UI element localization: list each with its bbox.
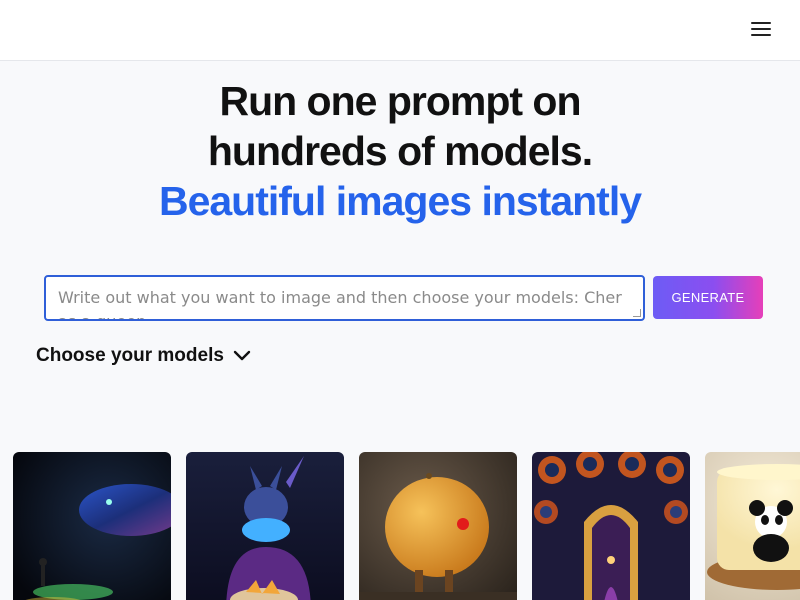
creature-image [186,452,344,600]
generate-button[interactable]: GENERATE [653,276,763,319]
prompt-input[interactable] [46,277,643,319]
gallery-image-4[interactable] [532,452,690,600]
gallery-image-5[interactable] [705,452,800,600]
chevron-down-icon [233,350,251,361]
image-gallery [0,452,800,600]
choose-models-toggle[interactable]: Choose your models [36,345,251,367]
hamburger-menu-icon[interactable] [751,21,773,39]
hero-heading: Run one prompt on hundreds of models. Be… [0,76,800,226]
resize-handle-icon[interactable] [633,309,641,317]
hero-accent-line: Beautiful images instantly [158,178,642,224]
fish-image [13,452,171,600]
hero-line-2: hundreds of models. [207,128,593,174]
gallery-image-2[interactable] [186,452,344,600]
prompt-input-wrapper [44,275,645,321]
hero-line-1: Run one prompt on [219,78,581,124]
top-navbar [0,0,800,61]
gallery-image-1[interactable] [13,452,171,600]
hero-title: Run one prompt on hundreds of models. Be… [0,76,800,226]
orange-image [359,452,517,600]
gallery-image-3[interactable] [359,452,517,600]
panda-candle-image [705,452,800,600]
ornate-hall-image [532,452,690,600]
choose-models-label: Choose your models [36,345,224,366]
